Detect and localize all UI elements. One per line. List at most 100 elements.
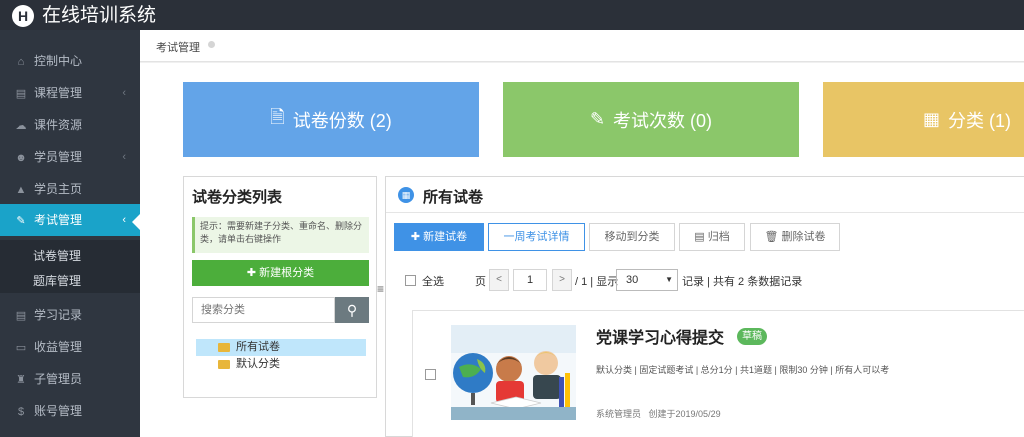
paper-checkbox[interactable] [425, 369, 436, 380]
paper-panel-header: ▦ 所有试卷 [386, 177, 1024, 213]
stat-exam-count[interactable]: ✎ 考试次数 (0) [503, 82, 799, 157]
logo: H [12, 5, 34, 27]
pager-records: 记录 | 共有 2 条数据记录 [682, 276, 803, 288]
next-page-button[interactable]: > [552, 269, 572, 291]
chevron-left-icon: ‹ [122, 151, 126, 163]
print-icon: ▤ [694, 231, 708, 243]
sidebar-item-courses[interactable]: ▤ 课程管理 ‹ [0, 77, 140, 109]
category-hint: 提示：需要新建子分类、重命名、删除分类，请单击右键操作 [192, 217, 369, 253]
sidebar-subitem-papers[interactable]: 试卷管理 [33, 248, 81, 264]
stat-paper-count[interactable]: 🗎 试卷份数 (2) [183, 82, 479, 157]
active-indicator [132, 214, 140, 230]
folder-icon [218, 343, 230, 352]
page-number-input[interactable]: 1 [513, 269, 547, 291]
week-exam-details-button[interactable]: 一周考试详情 [488, 223, 585, 251]
top-bar: H 在线培训系统 [0, 0, 1024, 30]
tab-exam-management[interactable]: 考试管理 [156, 39, 200, 55]
sidebar-submenu: 试卷管理 题库管理 [0, 240, 140, 293]
edit-square-icon: ✎ [589, 109, 606, 129]
sidebar-item-label: 子管理员 [34, 372, 83, 386]
tree-item-default-category[interactable]: 默认分类 [196, 356, 366, 373]
sidebar-subitem-question-bank[interactable]: 题库管理 [33, 273, 81, 289]
sidebar-item-students[interactable]: ☻ 学员管理 ‹ [0, 141, 140, 173]
plus-icon: ✚ [246, 267, 260, 279]
sidebar-item-label: 考试管理 [34, 213, 83, 227]
search-button[interactable]: ⚲ [335, 297, 369, 323]
stat-category-count[interactable]: ▦ 分类 (1) [823, 82, 1024, 157]
sidebar-item-student-home[interactable]: ▲ 学员主页 [0, 173, 140, 205]
paper-created: 创建于2019/05/29 [648, 409, 721, 419]
sidebar-item-dashboard[interactable]: ⌂ 控制中心 [0, 45, 140, 77]
paper-card[interactable]: 党课学习心得提交 草稿 默认分类 | 固定试题考试 | 总分1分 | 共1道题 … [412, 310, 1024, 437]
folder-icon [218, 360, 230, 369]
graduation-cap-icon: ▲ [15, 184, 27, 196]
grid-icon: ▦ [398, 187, 414, 203]
pager-page-label: 页 [475, 276, 486, 288]
tab-bar: 考试管理 [140, 30, 1024, 62]
sidebar-item-label: 学员管理 [34, 150, 83, 164]
caret-down-icon: ▼ [665, 275, 673, 284]
plus-icon: ✚ [410, 231, 424, 243]
stat-label: 考试次数 (0) [613, 110, 713, 131]
chevron-left-icon: ‹ [122, 87, 126, 99]
button-label: 新建试卷 [423, 231, 468, 243]
users-icon: ☻ [15, 152, 27, 164]
sidebar-item-exams[interactable]: ✎ 考试管理 ‹ [0, 204, 140, 236]
sidebar-item-label: 学员主页 [34, 182, 83, 196]
paper-title[interactable]: 党课学习心得提交 [596, 324, 724, 348]
sidebar-item-accounts[interactable]: $ 账号管理 [0, 395, 140, 427]
app-title: 在线培训系统 [42, 4, 157, 26]
button-label: 归档 [707, 231, 730, 243]
sidebar-item-label: 课件资源 [34, 118, 83, 132]
sidebar-item-label: 控制中心 [34, 54, 83, 68]
new-root-category-button[interactable]: ✚ 新建根分类 [192, 260, 369, 286]
cloud-icon: ☁ [15, 120, 27, 132]
paper-panel: ▦ 所有试卷 ✚ 新建试卷 一周考试详情 移动到分类 ▤ 归档 🗑 删除试卷 全… [385, 176, 1024, 437]
panel-splitter-handle[interactable]: ≡ [377, 282, 384, 296]
move-to-category-button[interactable]: 移动到分类 [589, 223, 675, 251]
sidebar-item-label: 课程管理 [34, 86, 83, 100]
paper-panel-title: 所有试卷 [423, 189, 484, 206]
pager-total: / 1 | 显示 [575, 276, 619, 288]
stat-label: 分类 (1) [948, 110, 1012, 131]
tree-item-label: 默认分类 [236, 358, 280, 370]
button-label: 新建根分类 [259, 267, 315, 279]
home-icon: ⌂ [17, 56, 25, 68]
paper-footer: 系统管理员 创建于2019/05/29 [596, 407, 721, 420]
status-badge: 草稿 [737, 328, 767, 345]
select-all-checkbox[interactable] [405, 275, 416, 286]
stat-label: 试卷份数 (2) [292, 110, 392, 131]
archive-button[interactable]: ▤ 归档 [679, 223, 745, 251]
sidebar-item-revenue[interactable]: ▭ 收益管理 [0, 331, 140, 363]
dollar-icon: $ [17, 406, 25, 418]
sidebar: ⌂ 控制中心 ▤ 课程管理 ‹ ☁ 课件资源 ☻ 学员管理 ‹ ▲ 学员主页 ✎ 考试管理 ‹ 试… [0, 30, 140, 437]
category-panel: 试卷分类列表 提示：需要新建子分类、重命名、删除分类，请单击右键操作 ✚ 新建根… [183, 176, 377, 398]
trash-icon: 🗑 [764, 231, 782, 243]
search-icon: ⚲ [346, 302, 358, 318]
book-icon: ▤ [15, 310, 27, 322]
page-size-select[interactable]: 30 ▼ [616, 269, 678, 291]
sidebar-item-resources[interactable]: ☁ 课件资源 [0, 109, 140, 141]
tree-item-label: 所有试卷 [236, 341, 280, 353]
sidebar-item-label: 学习记录 [34, 308, 83, 322]
tab-close-dot-icon[interactable] [208, 41, 215, 48]
page-size-value: 30 [626, 274, 639, 286]
category-panel-title: 试卷分类列表 [192, 189, 283, 206]
prev-page-button[interactable]: < [489, 269, 509, 291]
sidebar-item-sub-admins[interactable]: ♜ 子管理员 [0, 363, 140, 395]
edit-icon: ✎ [16, 215, 26, 227]
new-paper-button[interactable]: ✚ 新建试卷 [394, 223, 484, 251]
delete-paper-button[interactable]: 🗑 删除试卷 [750, 223, 840, 251]
file-icon: 🗎 [270, 106, 285, 127]
paper-author: 系统管理员 [596, 409, 642, 419]
chevron-left-icon: ‹ [122, 214, 126, 226]
grid-icon: ▦ [923, 109, 941, 129]
select-all-label: 全选 [422, 276, 444, 288]
sidebar-item-learning-records[interactable]: ▤ 学习记录 [0, 299, 140, 331]
sidebar-item-label: 账号管理 [34, 404, 83, 418]
book-icon: ▤ [15, 88, 27, 100]
paper-meta: 默认分类 | 固定试题考试 | 总分1分 | 共1道题 | 限制30 分钟 | … [596, 365, 890, 375]
tree-item-all-papers[interactable]: 所有试卷 [196, 339, 366, 356]
category-search-input[interactable] [192, 297, 335, 323]
user-lock-icon: ♜ [16, 374, 26, 386]
